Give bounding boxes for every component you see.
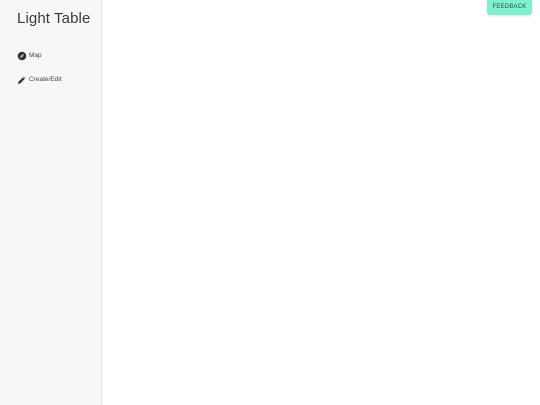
sidebar-item-create-edit[interactable]: Create/Edit [17, 74, 99, 86]
sidebar-item-label: Create/Edit [29, 76, 62, 83]
feedback-button[interactable]: FEEDBACK [487, 0, 532, 15]
sidebar-item-label: Map [29, 52, 42, 59]
sidebar-nav: Map Create/Edit [17, 50, 99, 98]
app-shell: Light Table Map Create/Edit FEEDBACK [0, 0, 540, 405]
pencil-icon [17, 75, 27, 85]
app-title: Light Table [17, 10, 91, 27]
sidebar-item-map[interactable]: Map [17, 50, 99, 62]
main-content: FEEDBACK [102, 0, 540, 405]
compass-icon [17, 51, 27, 61]
sidebar: Light Table Map Create/Edit [0, 0, 102, 405]
